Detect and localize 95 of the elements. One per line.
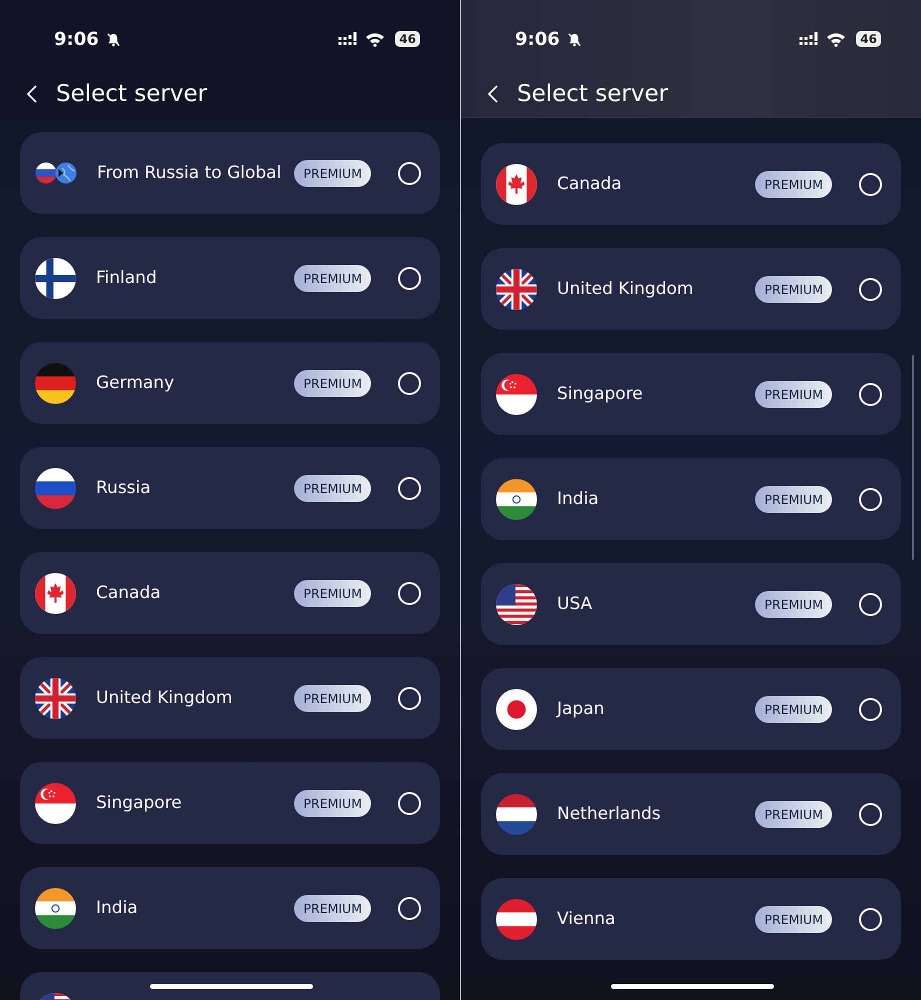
radio-button[interactable] xyxy=(859,278,882,300)
back-icon[interactable] xyxy=(26,84,38,104)
server-name: USA xyxy=(557,594,592,614)
scrollbar[interactable] xyxy=(912,355,914,560)
screen-title: Select server xyxy=(56,81,208,107)
flag-icon xyxy=(35,468,76,508)
premium-badge: PREMIUM xyxy=(294,894,371,922)
server-item[interactable]: Russia PREMIUM xyxy=(20,447,440,529)
radio-button[interactable] xyxy=(859,172,882,196)
server-item[interactable]: Netherlands PREMIUM xyxy=(481,773,901,855)
server-name: India xyxy=(557,489,599,509)
server-item[interactable]: Japan PREMIUM xyxy=(481,668,901,750)
server-name: United Kingdom xyxy=(96,688,232,708)
flag-icon xyxy=(35,258,76,298)
status-time: 9:06 xyxy=(54,28,99,50)
server-name: United Kingdom xyxy=(557,279,694,299)
server-name: Germany xyxy=(96,373,174,393)
radio-button[interactable] xyxy=(398,686,421,710)
radio-button[interactable] xyxy=(398,582,421,604)
server-item[interactable]: United Kingdom PREMIUM xyxy=(20,657,440,739)
battery-level: 46 xyxy=(856,31,881,47)
flag-icon xyxy=(496,688,537,730)
flag-icon xyxy=(35,678,76,718)
server-name: Russia xyxy=(96,478,151,498)
screen-title: Select server xyxy=(517,81,668,107)
bell-muted-icon xyxy=(566,32,582,46)
flag-icon xyxy=(35,362,76,404)
radio-button[interactable] xyxy=(859,488,882,510)
premium-badge: PREMIUM xyxy=(294,264,371,292)
flag-icon xyxy=(496,794,537,834)
battery-level: 46 xyxy=(395,31,420,47)
flag-icon xyxy=(35,888,76,928)
server-name: From Russia to Global xyxy=(97,163,282,183)
radio-button[interactable] xyxy=(859,802,882,826)
radio-button[interactable] xyxy=(859,382,882,406)
flag-icon xyxy=(496,584,537,624)
premium-badge: PREMIUM xyxy=(294,684,371,712)
signal-icon xyxy=(799,32,820,46)
premium-badge: PREMIUM xyxy=(755,906,832,932)
flag-icon xyxy=(496,268,537,310)
server-name: Japan xyxy=(557,699,604,719)
flag-icon xyxy=(496,898,537,940)
premium-badge: PREMIUM xyxy=(294,790,371,816)
signal-icon xyxy=(338,32,360,46)
radio-button[interactable] xyxy=(859,698,882,720)
server-item[interactable]: From Russia to Global PREMIUM xyxy=(20,132,440,214)
back-icon[interactable] xyxy=(487,84,499,104)
premium-badge: PREMIUM xyxy=(294,474,371,502)
radio-button[interactable] xyxy=(398,896,421,920)
server-name: Vienna xyxy=(557,909,616,929)
radio-button[interactable] xyxy=(398,372,421,394)
flag-icon xyxy=(35,572,76,614)
server-name: India xyxy=(96,898,138,918)
radio-button[interactable] xyxy=(398,162,421,184)
premium-badge: PREMIUM xyxy=(294,160,371,186)
server-item[interactable]: Singapore PREMIUM xyxy=(20,762,440,844)
server-name: Singapore xyxy=(557,384,643,404)
status-time: 9:06 xyxy=(515,28,560,50)
server-item[interactable]: Germany PREMIUM xyxy=(20,342,440,424)
server-item[interactable]: USA PREMIUM xyxy=(481,563,901,645)
server-item[interactable]: Vienna PREMIUM xyxy=(481,878,901,960)
premium-badge: PREMIUM xyxy=(755,486,832,512)
flag-icon xyxy=(496,164,537,204)
server-name: Canada xyxy=(96,583,161,603)
server-name: Netherlands xyxy=(557,804,661,824)
radio-button[interactable] xyxy=(859,908,882,930)
radio-button[interactable] xyxy=(398,266,421,290)
premium-badge: PREMIUM xyxy=(755,696,832,722)
radio-button[interactable] xyxy=(398,476,421,500)
server-item[interactable]: India PREMIUM xyxy=(481,458,901,540)
flag-icon xyxy=(496,374,537,414)
premium-badge: PREMIUM xyxy=(755,590,832,618)
premium-badge: PREMIUM xyxy=(755,276,832,302)
flag-icon xyxy=(496,478,537,520)
server-item[interactable]: Canada PREMIUM xyxy=(481,143,901,225)
premium-badge: PREMIUM xyxy=(294,580,371,606)
wifi-icon xyxy=(826,32,846,46)
server-item[interactable]: Singapore PREMIUM xyxy=(481,353,901,435)
radio-button[interactable] xyxy=(859,592,882,616)
server-name: Finland xyxy=(96,268,157,288)
server-item[interactable]: United Kingdom PREMIUM xyxy=(481,248,901,330)
radio-button[interactable] xyxy=(398,792,421,814)
server-name: Singapore xyxy=(96,793,182,813)
premium-badge: PREMIUM xyxy=(755,800,832,828)
premium-badge: PREMIUM xyxy=(755,170,832,198)
premium-badge: PREMIUM xyxy=(755,380,832,408)
server-item[interactable]: India PREMIUM xyxy=(20,867,440,949)
server-name: Canada xyxy=(557,174,622,194)
server-item[interactable]: Canada PREMIUM xyxy=(20,552,440,634)
server-item[interactable]: Finland PREMIUM xyxy=(20,237,440,319)
premium-badge: PREMIUM xyxy=(294,370,371,396)
flag-icon xyxy=(35,782,76,824)
bell-muted-icon xyxy=(106,32,121,46)
wifi-icon xyxy=(365,32,386,46)
flag-globe-icon xyxy=(35,162,77,184)
